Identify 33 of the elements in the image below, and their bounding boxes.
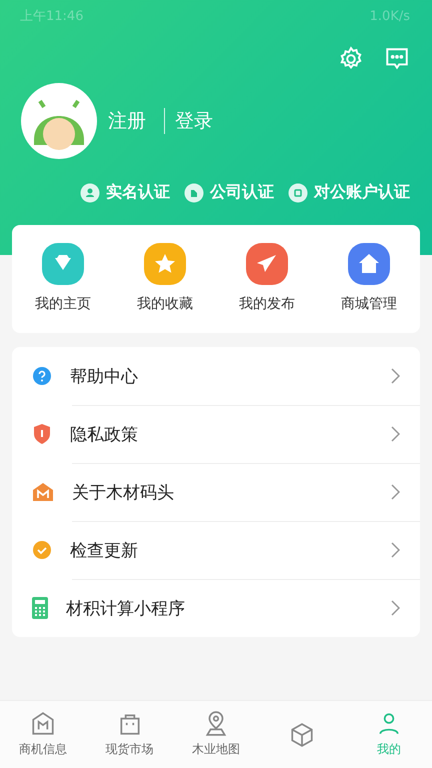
chevron-right-icon: [391, 368, 400, 384]
menu-item[interactable]: 检查更新: [12, 521, 420, 579]
nav-tab[interactable]: 商机信息: [0, 701, 86, 768]
person-badge-icon: [80, 182, 100, 202]
card-badge-icon: [288, 182, 308, 202]
shortcut-item[interactable]: 我的主页: [12, 243, 114, 313]
check-icon: [32, 540, 52, 560]
nav-tab[interactable]: 现货市场: [86, 701, 173, 768]
house-m-icon: [30, 711, 56, 737]
chevron-right-icon: [391, 426, 400, 442]
menu-item[interactable]: 关于木材码头: [12, 463, 420, 521]
menu-item[interactable]: 材积计算小程序: [12, 579, 420, 637]
house-icon: [348, 243, 390, 285]
menu-item[interactable]: 隐私政策: [12, 405, 420, 463]
help-icon: [32, 366, 52, 386]
network-speed: 1.0K/s: [370, 8, 410, 24]
shortcut-item[interactable]: 商城管理: [318, 243, 420, 313]
chevron-right-icon: [391, 484, 400, 500]
avatar-icon[interactable]: [20, 82, 98, 160]
shield-icon: [32, 423, 52, 445]
cube-icon: [289, 722, 316, 748]
calculator-icon: [32, 597, 48, 619]
status-time: 上午11:46: [20, 8, 84, 25]
chevron-right-icon: [391, 542, 400, 558]
chevron-right-icon: [391, 600, 400, 616]
nav-tab[interactable]: 木业地图: [172, 701, 260, 768]
paper-plane-icon: [246, 243, 288, 285]
shortcut-item[interactable]: 我的收藏: [114, 243, 216, 313]
shortcut-item[interactable]: 我的发布: [216, 243, 318, 313]
message-icon[interactable]: [384, 46, 410, 72]
house-m-icon: [32, 482, 54, 502]
building-badge-icon: [184, 182, 204, 202]
menu-item[interactable]: 帮助中心: [12, 347, 420, 405]
